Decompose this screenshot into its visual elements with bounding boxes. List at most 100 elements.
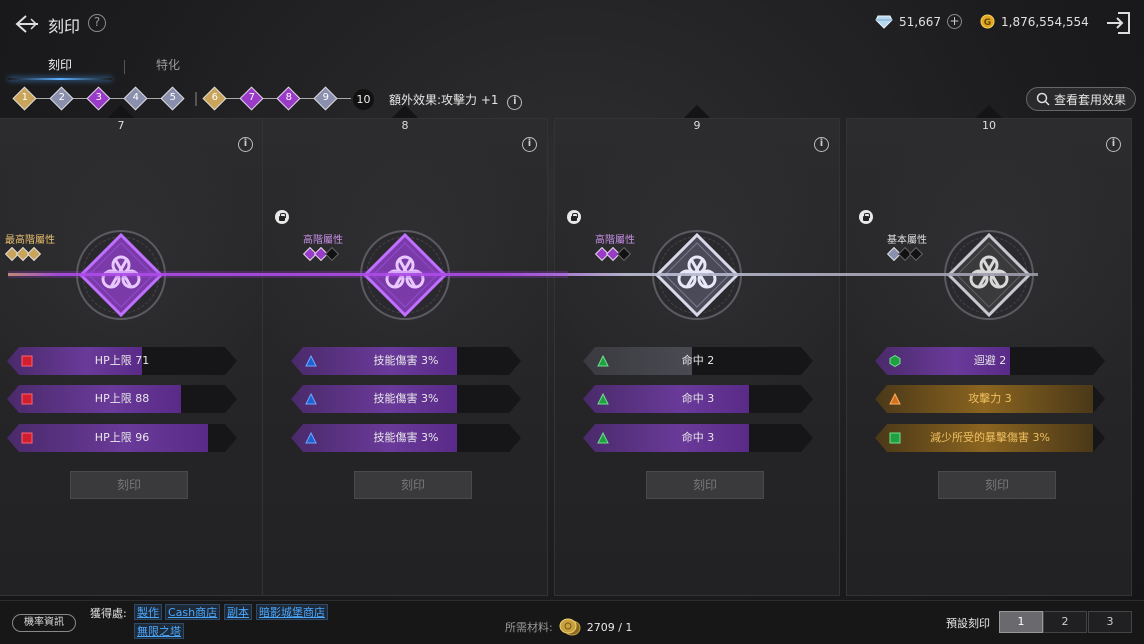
stat-text: 命中 3 [681,392,715,405]
step-number: 9 [322,92,330,104]
step-1[interactable]: 1 [12,86,37,111]
step-4[interactable]: 4 [123,86,148,111]
help-icon[interactable]: ? [88,14,106,32]
step-number: 4 [132,92,140,104]
stat-row[interactable]: HP上限 71 [7,347,237,375]
panel-number: 7 [105,119,137,133]
tier-gem [324,246,340,262]
material-label: 所需材料: [505,621,553,634]
panel-number: 10 [973,119,1005,133]
obtain-link-cash-shop[interactable]: Cash商店 [165,604,221,620]
step-10[interactable]: 10 [353,89,374,110]
panel-info-icon[interactable]: i [1106,137,1121,152]
obtain-link-dungeon[interactable]: 副本 [224,604,252,620]
tier-gems [886,246,924,262]
stat-text: HP上限 96 [94,431,150,444]
panel-info-icon[interactable]: i [522,137,537,152]
step-number: 5 [169,92,177,104]
tier-gems [594,246,632,262]
step-separator [195,92,197,106]
engrave-emblem-icon[interactable] [651,229,743,321]
stat-text: 命中 2 [681,354,715,367]
stat-row[interactable]: 命中 3 [583,424,813,452]
search-icon [1036,92,1050,106]
obtain-label: 獲得處: [90,607,127,620]
step-6[interactable]: 6 [202,86,227,111]
stat-row[interactable]: 攻擊力 3 [875,385,1105,413]
lock-icon[interactable] [859,210,873,224]
diamond-icon [875,15,893,29]
step-8[interactable]: 8 [276,86,301,111]
engrave-emblem-icon[interactable] [943,229,1035,321]
svg-text:G: G [984,18,991,28]
stat-row[interactable]: HP上限 88 [7,385,237,413]
engrave-step-track: 1 2 3 4 5 6 7 8 9 10 [10,86,380,111]
lock-icon[interactable] [567,210,581,224]
add-diamond-button[interactable]: + [947,14,962,29]
stat-row[interactable]: 減少所受的暴擊傷害 3% [875,424,1105,452]
lock-icon[interactable] [275,210,289,224]
step-3[interactable]: 3 [86,86,111,111]
bonus-info-icon[interactable]: i [507,95,523,110]
engrave-button[interactable]: 刻印 [646,471,764,499]
stat-row[interactable]: 命中 2 [583,347,813,375]
preset-button-3[interactable]: 3 [1088,611,1132,633]
tier-label: 高階屬性 [303,235,343,246]
step-number: 2 [58,92,66,104]
preset-button-2[interactable]: 2 [1043,611,1087,633]
step-2[interactable]: 2 [49,86,74,111]
stat-text: HP上限 71 [94,354,150,367]
engrave-button[interactable]: 刻印 [354,471,472,499]
stat-text: HP上限 88 [94,392,150,405]
step-number: 7 [248,92,256,104]
engrave-button[interactable]: 刻印 [938,471,1056,499]
probability-info-button[interactable]: 機率資訊 [12,614,76,632]
obtain-link-craft[interactable]: 製作 [134,604,162,620]
obtain-link-infinite-tower[interactable]: 無限之塔 [134,623,184,639]
stat-text: 命中 3 [681,431,715,444]
engrave-emblem-icon[interactable] [359,229,451,321]
engrave-button[interactable]: 刻印 [70,471,188,499]
gold-coin-icon: G [980,14,995,29]
page-title: 刻印 [48,17,81,36]
tier-gem [616,246,632,262]
panel-info-icon[interactable]: i [238,137,253,152]
stat-text: 攻擊力 3 [968,392,1012,405]
engrave-panel-7: 7 i 最高階屬性 HP上限 71 HP上限 88 HP上限 96 刻印 [0,118,264,596]
stat-text: 技能傷害 3% [373,392,439,405]
back-arrow-icon[interactable] [14,12,40,36]
preset-button-1[interactable]: 1 [999,611,1043,633]
stat-row[interactable]: 命中 3 [583,385,813,413]
stat-row[interactable]: HP上限 96 [7,424,237,452]
panel-number: 9 [681,119,713,133]
step-7[interactable]: 7 [239,86,264,111]
step-number: 8 [285,92,293,104]
stat-text: 技能傷害 3% [373,354,439,367]
stat-row[interactable]: 技能傷害 3% [291,347,521,375]
panel-number: 8 [389,119,421,133]
preset-label: 預設刻印 [946,617,990,630]
stat-text: 減少所受的暴擊傷害 3% [930,431,1050,444]
tab-specialize[interactable]: 特化 [116,54,220,80]
step-number: 6 [211,92,219,104]
tier-label: 基本屬性 [887,235,927,246]
exit-icon[interactable] [1104,10,1132,36]
tier-gem [26,246,42,262]
tab-engrave[interactable]: 刻印 [8,54,112,80]
bottom-bar: 機率資訊 獲得處: 製作 Cash商店 副本 暗影城堡商店 無限之塔 所需材料:… [0,600,1144,644]
step-9[interactable]: 9 [313,86,338,111]
obtain-link-shadow-castle-shop[interactable]: 暗影城堡商店 [256,604,328,620]
material-count: 2709 / 1 [586,620,633,634]
stat-row[interactable]: 技能傷害 3% [291,424,521,452]
view-set-effect-label: 查看套用效果 [1053,92,1126,107]
stat-row[interactable]: 迴避 2 [875,347,1105,375]
material-coin-icon [559,618,581,636]
tier-gems [4,246,42,262]
view-set-effect-button[interactable]: 查看套用效果 [1026,87,1136,111]
stat-row[interactable]: 技能傷害 3% [291,385,521,413]
engrave-emblem-icon[interactable] [75,229,167,321]
engrave-panel-9: 9 i 高階屬性 命中 2 命中 3 命中 3 刻印 [554,118,840,596]
step-5[interactable]: 5 [160,86,185,111]
gold-currency: G 1,876,554,554 [980,14,1089,29]
panel-info-icon[interactable]: i [814,137,829,152]
